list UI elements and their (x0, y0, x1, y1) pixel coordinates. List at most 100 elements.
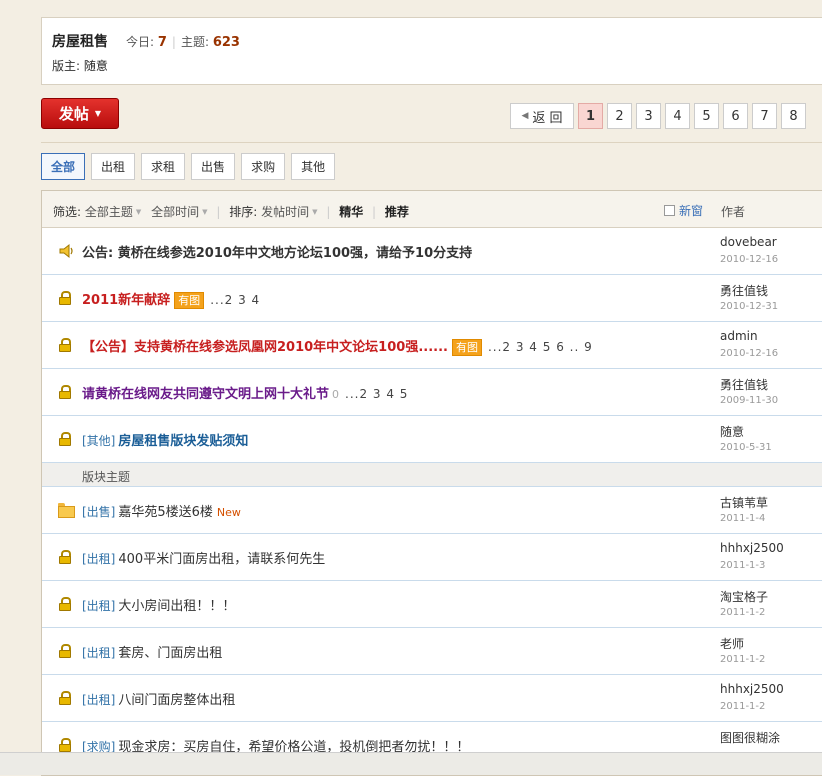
thread-date: 2011-1-3 (720, 560, 766, 571)
thread-date: 2010-5-31 (720, 442, 772, 453)
lock-icon (58, 738, 72, 752)
thread-row[interactable]: [出售] 嘉华苑5楼送6楼 New 古镇苇草 2011-1-4 (42, 487, 822, 534)
thread-row[interactable]: [出租] 400平米门面房出租，请联系何先生 hhhxj2500 2011-1-3 (42, 534, 822, 581)
tab-sell[interactable]: 出售 (191, 153, 236, 180)
thread-pages[interactable]: ...2 3 4 5 6 .. 9 (488, 340, 593, 354)
section-header: 版块主题 (42, 463, 822, 487)
tab-all[interactable]: 全部 (41, 153, 86, 180)
thread-title-line: [出租] 套房、门面房出租 (82, 642, 222, 661)
thread-author[interactable]: 图图很糊涂 (720, 729, 780, 746)
page-link[interactable]: 3 (636, 103, 661, 129)
page-link[interactable]: 2 (607, 103, 632, 129)
thread-title[interactable]: 【公告】支持黄桥在线参选凤凰网2010年中文论坛100强...... (82, 340, 448, 355)
lock-icon (58, 550, 72, 564)
thread-title[interactable]: 2011新年献辞 (82, 293, 170, 308)
thread-category[interactable]: [其他] (82, 434, 115, 448)
tab-want-buy[interactable]: 求购 (241, 153, 286, 180)
forum-title[interactable]: 房屋租售 (52, 31, 108, 51)
thread-date: 2010-12-16 (720, 254, 779, 265)
recommend-filter[interactable]: 推荐 (385, 205, 409, 219)
thread-pages[interactable]: ...2 3 4 (210, 293, 260, 307)
thread-title-line: 2011新年献辞 有图 ...2 3 4 (82, 289, 260, 309)
moderator-name[interactable]: 随意 (84, 59, 108, 73)
filter-label: 筛选: (53, 205, 82, 219)
moderator-line: 版主: 随意 (52, 57, 108, 74)
author-column-header: 作者 (721, 205, 746, 219)
lock-icon (58, 597, 72, 611)
thread-date: 2011-1-4 (720, 513, 766, 524)
thread-title[interactable]: 400平米门面房出租，请联系何先生 (118, 552, 325, 567)
thread-author[interactable]: hhhxj2500 (720, 682, 784, 696)
time-filter-dropdown[interactable]: 全部时间 (151, 205, 207, 219)
lock-icon (58, 385, 72, 399)
thread-row[interactable]: [其他] 房屋租售版块发贴须知 随意 2010-5-31 (42, 416, 822, 463)
thread-row[interactable]: 请黄桥在线网友共同遵守文明上网十大礼节 0 ...2 3 4 5 勇往值钱 2009… (42, 369, 822, 416)
topic-filter-dropdown[interactable]: 全部主题 (85, 205, 141, 219)
thread-row[interactable]: [出租] 大小房间出租！！！ 淘宝格子 2011-1-2 (42, 581, 822, 628)
moderator-label: 版主: (52, 59, 81, 73)
thread-date: 2010-12-16 (720, 348, 779, 359)
lock-icon (58, 691, 72, 705)
thread-author[interactable]: 勇往值钱 (720, 282, 768, 299)
new-window-checkbox[interactable] (664, 205, 675, 216)
filter-bar: 筛选: 全部主题 全部时间 | 排序: 发帖时间 | 精华 | 推荐 新窗 作者 (42, 191, 822, 228)
page-link[interactable]: 8 (781, 103, 806, 129)
thread-title[interactable]: 八间门面房整体出租 (118, 693, 235, 708)
thread-title[interactable]: 大小房间出租！！！ (118, 599, 235, 614)
thread-date: 2010-12-31 (720, 301, 779, 312)
thread-date: 2011-1-2 (720, 607, 766, 618)
thread-author[interactable]: 老师 (720, 635, 744, 652)
tab-rent-out[interactable]: 出租 (91, 153, 136, 180)
thread-category[interactable]: [出租] (82, 552, 115, 566)
thread-title-line: [出租] 八间门面房整体出租 (82, 689, 235, 708)
lock-icon (58, 338, 72, 352)
thread-title[interactable]: 请黄桥在线网友共同遵守文明上网十大礼节 (82, 387, 329, 402)
thread-author[interactable]: admin (720, 329, 758, 343)
new-window-toggle[interactable]: 新窗 (664, 202, 703, 219)
thread-pages[interactable]: ...2 3 4 5 (345, 387, 408, 401)
today-count: 7 (157, 35, 167, 50)
page-link[interactable]: 7 (752, 103, 777, 129)
thread-author[interactable]: 古镇苇草 (720, 494, 768, 511)
page-link[interactable]: 1 (578, 103, 603, 129)
chevron-down-icon: ▼ (94, 109, 102, 118)
new-post-label: 发帖 (58, 105, 89, 123)
thread-title-line: [出租] 大小房间出租！！！ (82, 595, 235, 614)
thread-row[interactable]: [出租] 套房、门面房出租 老师 2011-1-2 (42, 628, 822, 675)
thread-row[interactable]: [出租] 八间门面房整体出租 hhhxj2500 2011-1-2 (42, 675, 822, 722)
topics-count: 623 (212, 35, 240, 50)
forum-stats: 今日: 7 | 主题: 623 (126, 35, 240, 50)
thread-title[interactable]: 房屋租售版块发贴须知 (118, 434, 248, 449)
new-post-button[interactable]: 发帖 ▼ (41, 98, 119, 129)
thread-author[interactable]: dovebear (720, 235, 777, 249)
thread-row[interactable]: 2011新年献辞 有图 ...2 3 4 勇往值钱 2010-12-31 (42, 275, 822, 322)
type-tabs: 全部 出租 求租 出售 求购 其他 (41, 153, 341, 180)
thread-category[interactable]: [出售] (82, 505, 115, 519)
page-link[interactable]: 5 (694, 103, 719, 129)
tab-other[interactable]: 其他 (291, 153, 336, 180)
tab-want-rent[interactable]: 求租 (141, 153, 186, 180)
thread-author[interactable]: 淘宝格子 (720, 588, 768, 605)
thread-title[interactable]: 嘉华苑5楼送6楼 (118, 505, 213, 520)
thread-list: 筛选: 全部主题 全部时间 | 排序: 发帖时间 | 精华 | 推荐 新窗 作者… (41, 190, 822, 776)
page-link[interactable]: 4 (665, 103, 690, 129)
sort-dropdown[interactable]: 发帖时间 (261, 205, 317, 219)
attachment-icon: 0 (332, 388, 340, 401)
divider (41, 142, 822, 143)
thread-author[interactable]: 随意 (720, 423, 744, 440)
back-arrow-icon: ◀ (521, 111, 529, 121)
digest-filter[interactable]: 精华 (339, 205, 363, 219)
thread-row[interactable]: 【公告】支持黄桥在线参选凤凰网2010年中文论坛100强...... 有图 ...2… (42, 322, 822, 369)
thread-title-line: 公告: 黄桥在线参选2010年中文地方论坛100强，请给予10分支持 (82, 242, 472, 261)
thread-category[interactable]: [出租] (82, 693, 115, 707)
thread-title[interactable]: 套房、门面房出租 (118, 646, 222, 661)
page-link[interactable]: 6 (723, 103, 748, 129)
back-button[interactable]: ◀ 返 回 (510, 103, 574, 129)
thread-row[interactable]: 公告: 黄桥在线参选2010年中文地方论坛100强，请给予10分支持 doveb… (42, 228, 822, 275)
pagination: ◀ 返 回 1 2 3 4 5 6 7 8 (510, 103, 810, 129)
thread-author[interactable]: hhhxj2500 (720, 541, 784, 555)
thread-title[interactable]: 黄桥在线参选2010年中文地方论坛100强，请给予10分支持 (118, 246, 472, 261)
thread-category[interactable]: [出租] (82, 599, 115, 613)
thread-author[interactable]: 勇往值钱 (720, 376, 768, 393)
thread-category[interactable]: [出租] (82, 646, 115, 660)
